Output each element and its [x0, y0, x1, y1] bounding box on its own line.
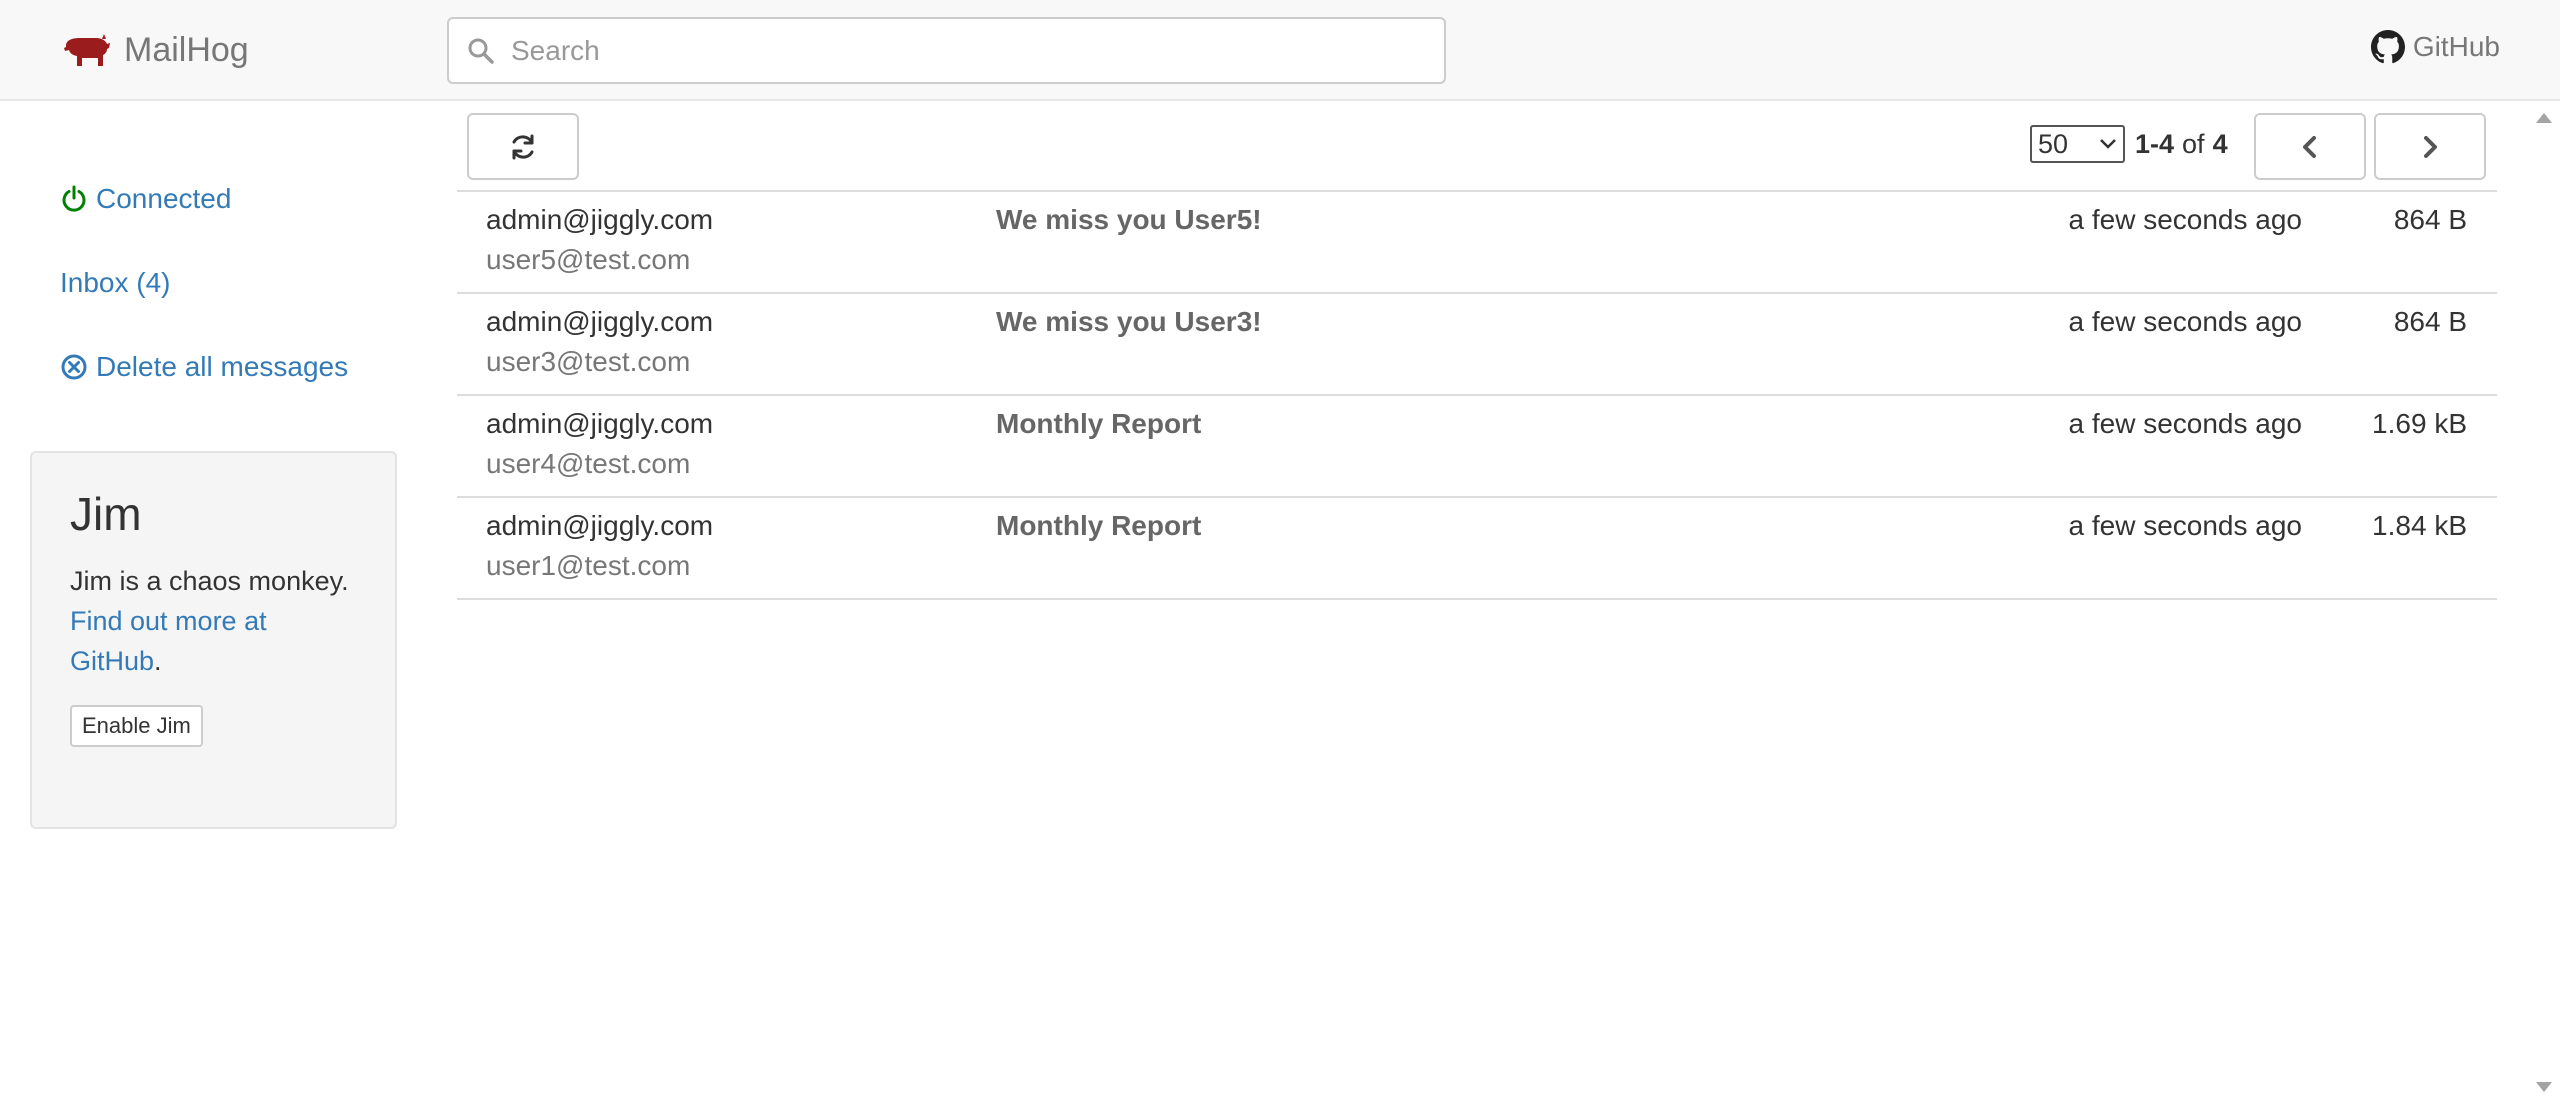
message-toolbar: 50 1-4 of 4: [457, 103, 2497, 191]
remove-circle-icon: [61, 354, 87, 380]
message-row[interactable]: admin@jiggly.com user3@test.com We miss …: [457, 294, 2497, 396]
pagination-info: 50 1-4 of 4: [2030, 125, 2228, 163]
scroll-up-arrow-icon[interactable]: [2536, 113, 2552, 123]
message-from: admin@jiggly.com: [486, 408, 714, 439]
jim-description-block: Jim is a chaos monkey. Find out more at …: [70, 561, 357, 681]
search-input[interactable]: [511, 34, 1411, 67]
message-subject: Monthly Report: [996, 408, 1202, 439]
page-range: 1-4: [2135, 128, 2175, 159]
navbar: MailHog GitHub: [0, 0, 2560, 101]
message-row[interactable]: admin@jiggly.com user4@test.com Monthly …: [457, 396, 2497, 498]
message-from: admin@jiggly.com: [486, 204, 714, 235]
refresh-icon: [512, 134, 534, 159]
message-time: a few seconds ago: [2068, 510, 2303, 541]
github-label: GitHub: [2412, 31, 2500, 62]
message-subject: We miss you User5!: [996, 204, 1262, 235]
pig-logo-icon: [64, 34, 110, 66]
search-icon: [468, 38, 494, 64]
connected-status[interactable]: Connected: [60, 183, 231, 215]
message-time: a few seconds ago: [2068, 204, 2303, 235]
message-time: a few seconds ago: [2068, 408, 2303, 439]
page-of-label: of: [2182, 128, 2205, 159]
jim-description: Jim is a chaos monkey.: [70, 566, 349, 596]
inbox-label: Inbox (4): [60, 267, 171, 298]
brand-name: MailHog: [124, 30, 249, 69]
page-size-value: 50: [2038, 128, 2069, 159]
chevron-right-icon: [2424, 135, 2437, 158]
page-size-select[interactable]: 50: [2030, 125, 2125, 163]
github-link[interactable]: GitHub: [2370, 30, 2500, 64]
message-time: a few seconds ago: [2068, 306, 2303, 337]
message-subject: We miss you User3!: [996, 306, 1262, 337]
inbox-link[interactable]: Inbox (4): [60, 267, 171, 299]
github-icon: [2370, 30, 2405, 64]
message-to: user1@test.com: [486, 550, 691, 581]
refresh-button[interactable]: [467, 113, 579, 180]
message-from: admin@jiggly.com: [486, 510, 714, 541]
brand-link[interactable]: MailHog: [62, 30, 249, 70]
message-size: 864 B: [2393, 204, 2467, 235]
message-size: 864 B: [2393, 306, 2467, 337]
enable-jim-button[interactable]: Enable Jim: [70, 705, 203, 747]
power-icon: [62, 185, 86, 212]
message-row[interactable]: admin@jiggly.com user1@test.com Monthly …: [457, 498, 2497, 600]
message-from: admin@jiggly.com: [486, 306, 714, 337]
jim-link-suffix: .: [154, 646, 162, 676]
message-to: user3@test.com: [486, 346, 691, 377]
vertical-scrollbar[interactable]: [2527, 103, 2560, 1102]
connected-label: Connected: [96, 183, 232, 214]
jim-panel: Jim Jim is a chaos monkey. Find out more…: [30, 451, 397, 829]
message-to: user4@test.com: [486, 448, 691, 479]
page-total: 4: [2212, 128, 2228, 159]
message-size: 1.84 kB: [2372, 510, 2467, 541]
message-list: admin@jiggly.com user5@test.com We miss …: [457, 190, 2497, 600]
jim-github-link[interactable]: Find out more at GitHub: [70, 606, 267, 676]
search-box[interactable]: [447, 17, 1446, 84]
message-subject: Monthly Report: [996, 510, 1202, 541]
next-page-button[interactable]: [2374, 113, 2486, 180]
message-row[interactable]: admin@jiggly.com user5@test.com We miss …: [457, 192, 2497, 294]
message-to: user5@test.com: [486, 244, 691, 275]
delete-all-label: Delete all messages: [96, 351, 349, 382]
jim-title: Jim: [70, 488, 142, 540]
prev-page-button[interactable]: [2254, 113, 2366, 180]
chevron-down-icon: [2100, 139, 2116, 149]
chevron-left-icon: [2303, 135, 2316, 158]
scroll-down-arrow-icon[interactable]: [2536, 1082, 2552, 1092]
delete-all-button[interactable]: Delete all messages: [60, 351, 348, 383]
message-size: 1.69 kB: [2372, 408, 2467, 439]
sidebar: Connected Inbox (4) Delete all messages …: [0, 103, 430, 1102]
